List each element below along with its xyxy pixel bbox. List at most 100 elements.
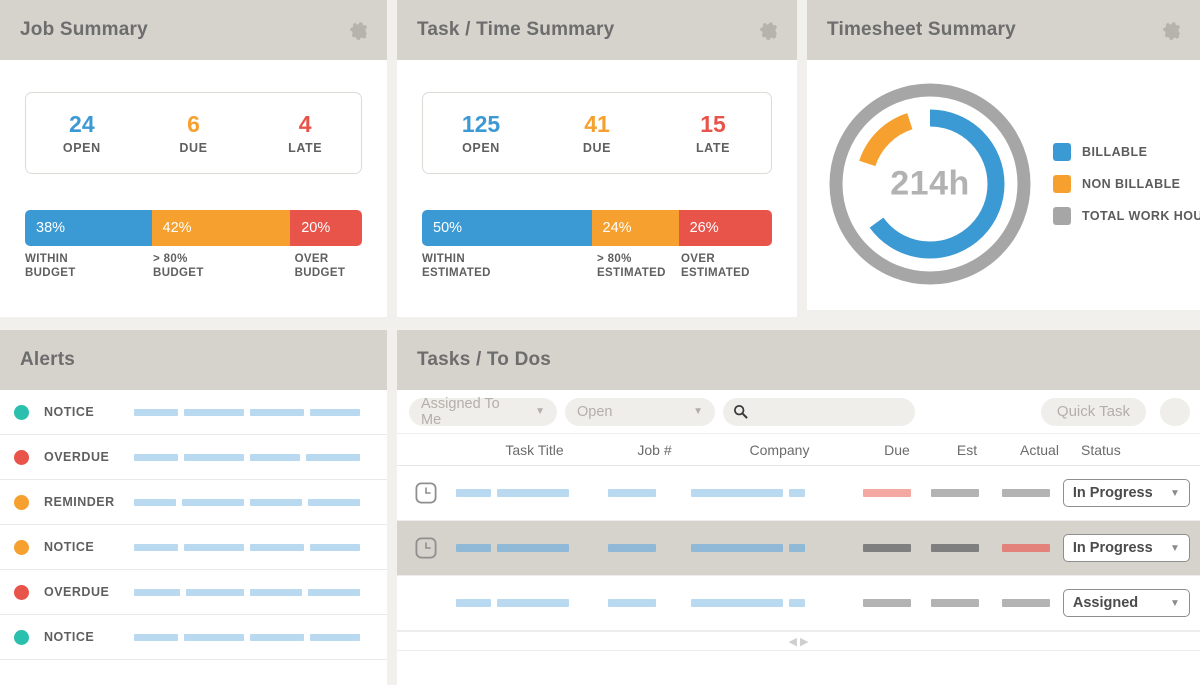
alert-content-placeholder: [134, 543, 360, 551]
filter-status[interactable]: Open ▼: [565, 397, 715, 426]
column-header-actual[interactable]: Actual: [1002, 442, 1077, 458]
task-time-summary-body: 125 OPEN 41 DUE 15 LATE 50% 24% 26% WITH…: [397, 60, 797, 292]
placeholder-bar: [1002, 489, 1051, 497]
list-item[interactable]: NOTICE: [0, 615, 387, 660]
alert-type-label: OVERDUE: [44, 585, 110, 599]
job-budget-labels: WITHIN BUDGET > 80% BUDGET OVER BUDGET: [25, 252, 362, 292]
donut-center-value: 214h: [890, 164, 970, 202]
clock-icon[interactable]: [415, 537, 437, 559]
placeholder-bar: [690, 599, 783, 607]
row-clock-cell: [397, 482, 456, 504]
cell-company: [690, 599, 853, 607]
job-stat-open: 24 OPEN: [26, 111, 138, 154]
cell-est: [921, 489, 990, 497]
task-stat-due-value: 41: [584, 111, 610, 138]
placeholder-bar: [931, 599, 980, 607]
alert-type-label: NOTICE: [44, 540, 95, 554]
task-stat-open: 125 OPEN: [423, 111, 539, 154]
task-estimate-label-80: > 80% ESTIMATED: [597, 253, 666, 279]
status-dropdown-value: Assigned: [1072, 595, 1139, 611]
table-row[interactable]: In Progress ▼: [397, 521, 1200, 576]
alert-content-placeholder: [134, 588, 360, 596]
chevron-down-icon: ▼: [1169, 597, 1180, 609]
filter-assigned-label: Assigned To Me: [421, 395, 500, 428]
table-row[interactable]: Assigned ▼: [397, 576, 1200, 631]
cell-est: [921, 599, 990, 607]
placeholder-bar: [310, 633, 360, 641]
job-summary-body: 24 OPEN 6 DUE 4 LATE 38% 42% 20% WITHIN …: [0, 60, 387, 292]
horizontal-scrollbar[interactable]: ◀ ▶: [397, 631, 1200, 651]
gear-icon[interactable]: [757, 19, 779, 41]
gear-icon[interactable]: [1160, 19, 1182, 41]
chevron-down-icon: ▼: [693, 406, 703, 417]
chevron-right-icon[interactable]: ▶: [800, 635, 808, 648]
job-stat-late-value: 4: [298, 111, 312, 138]
cell-due: [852, 599, 921, 607]
task-stat-open-label: OPEN: [462, 140, 500, 155]
chevron-left-icon[interactable]: ◀: [789, 635, 797, 648]
dashboard-root: Job Summary 24 OPEN 6 DUE 4 LATE 38% 42%…: [0, 0, 1200, 685]
list-item[interactable]: NOTICE: [0, 390, 387, 435]
task-stat-open-value: 125: [461, 111, 501, 138]
column-header-status[interactable]: Status: [1077, 442, 1197, 458]
cell-actual: [989, 489, 1062, 497]
placeholder-bar: [306, 453, 360, 461]
placeholder-bar: [310, 543, 360, 551]
list-item[interactable]: REMINDER: [0, 480, 387, 525]
job-budget-label-80: > 80% BUDGET: [153, 253, 204, 279]
placeholder-bar: [690, 544, 783, 552]
column-header-est[interactable]: Est: [932, 442, 1002, 458]
placeholder-bar: [455, 599, 491, 607]
placeholder-bar: [308, 588, 360, 596]
alert-content-placeholder: [134, 453, 360, 461]
clock-icon[interactable]: [415, 482, 437, 504]
column-header-company[interactable]: Company: [697, 442, 862, 458]
placeholder-bar: [184, 543, 244, 551]
legend-swatch-non-billable: [1053, 174, 1071, 193]
list-item[interactable]: OVERDUE: [0, 435, 387, 480]
table-row[interactable]: In Progress ▼: [397, 466, 1200, 521]
legend-item-non-billable: NON BILLABLE: [1053, 174, 1200, 193]
placeholder-bar: [250, 588, 302, 596]
status-dropdown[interactable]: In Progress ▼: [1062, 479, 1190, 507]
job-budget-label-within: WITHIN BUDGET: [25, 253, 76, 279]
status-dropdown[interactable]: Assigned ▼: [1062, 589, 1190, 617]
toolbar-extra-button[interactable]: [1160, 397, 1190, 426]
job-budget-bar: 38% 42% 20% WITHIN BUDGET > 80% BUDGET O…: [25, 210, 362, 292]
gear-icon[interactable]: [347, 19, 369, 41]
legend-swatch-total-work-hours: [1053, 206, 1071, 225]
list-item[interactable]: OVERDUE: [0, 570, 387, 615]
column-header-task-title[interactable]: Task Title: [457, 442, 612, 458]
page-title-timesheet-summary: Timesheet Summary: [827, 19, 1016, 40]
task-stat-late: 15 LATE: [655, 111, 771, 154]
alerts-list: NOTICE OVERDUE REMINDER NOTICE OVERDUE N…: [0, 390, 387, 660]
tasks-header: Tasks / To Dos: [397, 330, 1200, 390]
placeholder-bar: [184, 633, 244, 641]
column-header-due[interactable]: Due: [862, 442, 932, 458]
alerts-header: Alerts: [0, 330, 387, 390]
alert-type-label: OVERDUE: [44, 450, 110, 464]
placeholder-bar: [496, 544, 569, 552]
timesheet-summary-header: Timesheet Summary: [807, 0, 1200, 60]
placeholder-bar: [182, 498, 244, 506]
placeholder-bar: [496, 599, 569, 607]
placeholder-bar: [134, 588, 180, 596]
status-dropdown[interactable]: In Progress ▼: [1062, 534, 1190, 562]
placeholder-bar: [134, 543, 178, 551]
list-item[interactable]: NOTICE: [0, 525, 387, 570]
cell-due: [852, 544, 921, 552]
status-badge: [14, 404, 29, 420]
column-header-job[interactable]: Job #: [612, 442, 697, 458]
task-estimate-bar-track: 50% 24% 26%: [422, 210, 772, 246]
filter-assigned-to-me[interactable]: Assigned To Me ▼: [409, 395, 557, 428]
alert-content-placeholder: [134, 498, 360, 506]
job-stat-box: 24 OPEN 6 DUE 4 LATE: [25, 92, 362, 174]
quick-task-button[interactable]: Quick Task: [1040, 397, 1146, 426]
alert-type-label: REMINDER: [44, 495, 115, 509]
alert-content-placeholder: [134, 633, 360, 641]
placeholder-bar: [455, 489, 491, 497]
legend-label-billable: BILLABLE: [1082, 144, 1148, 159]
search-input[interactable]: [756, 403, 905, 420]
legend-item-billable: BILLABLE: [1053, 142, 1200, 161]
search-box[interactable]: [723, 397, 915, 426]
